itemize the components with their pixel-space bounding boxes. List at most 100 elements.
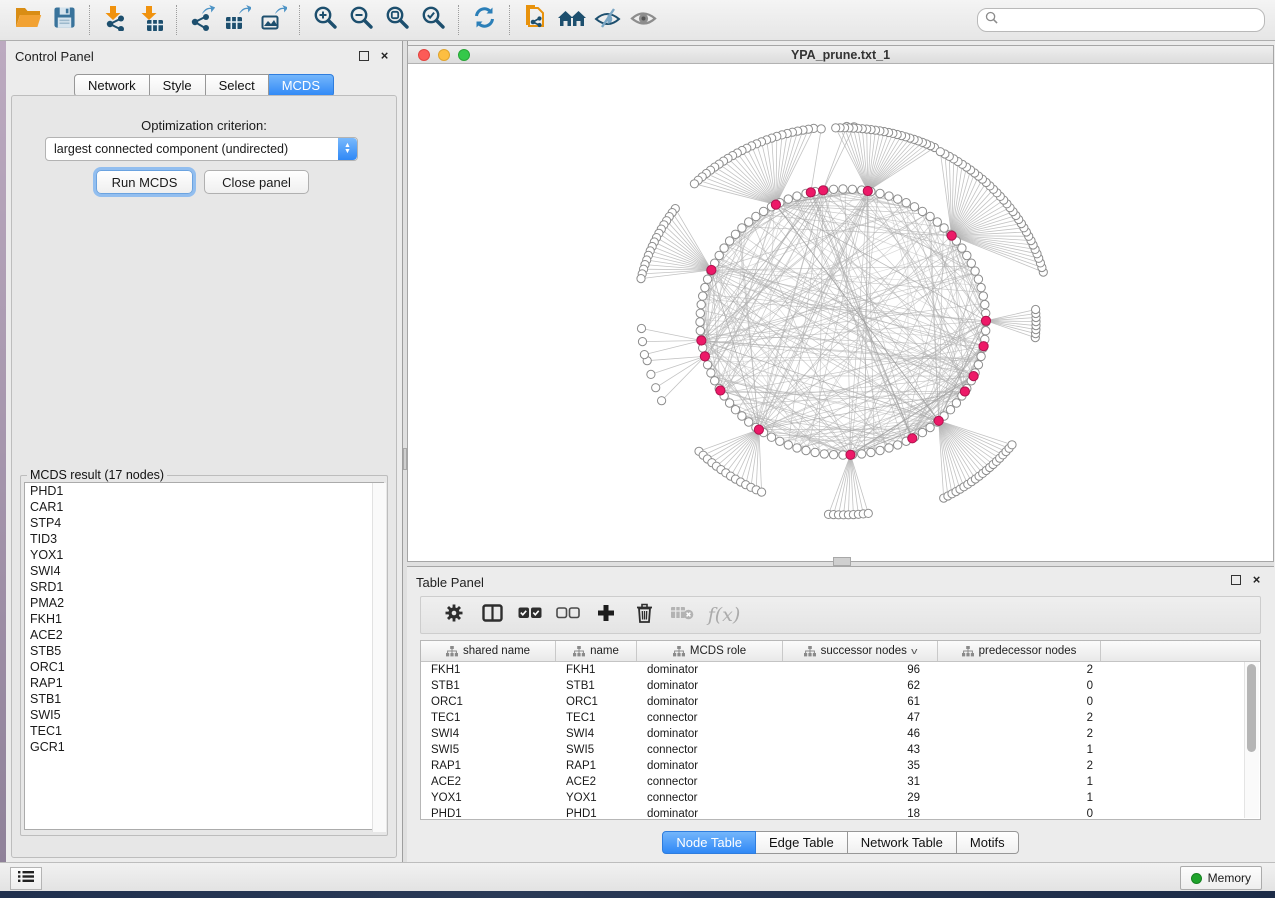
show-details-button[interactable] (625, 4, 661, 36)
network-node[interactable] (829, 185, 837, 193)
tab-edge-table[interactable]: Edge Table (756, 831, 848, 854)
show-columns-button[interactable] (473, 599, 511, 631)
export-image-button[interactable] (256, 4, 292, 36)
network-node[interactable] (703, 275, 711, 283)
cell-shared-name[interactable]: TEC1 (421, 712, 556, 724)
table-row[interactable]: TEC1TEC1connector472 (421, 710, 1260, 726)
network-node[interactable] (876, 189, 884, 197)
network-node[interactable] (1008, 441, 1016, 449)
network-node[interactable] (715, 251, 723, 259)
network-node[interactable] (974, 361, 982, 369)
cell-MCDS-role[interactable]: dominator (637, 808, 783, 820)
network-node[interactable] (974, 275, 982, 283)
mcds-list-item[interactable]: ORC1 (25, 659, 383, 675)
network-canvas[interactable] (408, 63, 1273, 561)
network-node[interactable] (977, 283, 985, 291)
table-row[interactable]: PHD1PHD1dominator180 (421, 806, 1260, 822)
mcds-list-item[interactable]: SWI5 (25, 707, 383, 723)
search-input[interactable] (1003, 12, 1257, 28)
network-node[interactable] (832, 124, 840, 132)
tab-mcds[interactable]: MCDS (269, 74, 334, 97)
network-node-selected[interactable] (934, 416, 943, 425)
mcds-list-item[interactable]: RAP1 (25, 675, 383, 691)
network-node[interactable] (829, 451, 837, 459)
close-panel-button-inner[interactable]: Close panel (204, 170, 309, 194)
cell-successor-nodes[interactable]: 35 (783, 760, 938, 772)
refresh-button[interactable] (466, 4, 502, 36)
network-node[interactable] (784, 441, 792, 449)
table-row[interactable]: STB1STB1dominator620 (421, 678, 1260, 694)
network-node[interactable] (759, 207, 767, 215)
network-node[interactable] (952, 399, 960, 407)
cell-successor-nodes[interactable]: 43 (783, 744, 938, 756)
cell-name[interactable]: TEC1 (556, 712, 637, 724)
column-header-predecessor-nodes[interactable]: predecessor nodes (938, 641, 1101, 661)
cell-successor-nodes[interactable]: 18 (783, 808, 938, 820)
network-node[interactable] (926, 423, 934, 431)
table-row[interactable]: SWI5SWI5connector431 (421, 742, 1260, 758)
network-graph[interactable] (408, 63, 1273, 561)
network-node[interactable] (918, 428, 926, 436)
tab-node-table[interactable]: Node Table (662, 831, 756, 854)
horizontal-splitter-grip[interactable] (833, 557, 851, 566)
export-table-button[interactable] (220, 4, 256, 36)
mcds-list-item[interactable]: ACE2 (25, 627, 383, 643)
float-table-panel-button[interactable] (1230, 574, 1241, 585)
network-node[interactable] (738, 224, 746, 232)
import-table-button[interactable] (133, 4, 169, 36)
network-node[interactable] (707, 369, 715, 377)
mcds-list-item[interactable]: PMA2 (25, 595, 383, 611)
network-node[interactable] (981, 300, 989, 308)
cell-successor-nodes[interactable]: 31 (783, 776, 938, 788)
network-node[interactable] (936, 148, 944, 156)
network-node[interactable] (696, 318, 704, 326)
network-node[interactable] (940, 224, 948, 232)
network-node[interactable] (711, 377, 719, 385)
cell-name[interactable]: PHD1 (556, 808, 637, 820)
network-node[interactable] (1032, 305, 1040, 313)
network-node[interactable] (894, 195, 902, 203)
cell-name[interactable]: ACE2 (556, 776, 637, 788)
network-node[interactable] (977, 352, 985, 360)
function-builder-button[interactable]: f(x) (701, 599, 747, 631)
network-node[interactable] (926, 212, 934, 220)
cell-predecessor-nodes[interactable]: 0 (938, 696, 1101, 708)
network-node[interactable] (933, 218, 941, 226)
table-scrollbar[interactable] (1244, 662, 1259, 818)
network-node[interactable] (885, 192, 893, 200)
cell-shared-name[interactable]: RAP1 (421, 760, 556, 772)
cell-shared-name[interactable]: STB1 (421, 680, 556, 692)
mcds-list-item[interactable]: SRD1 (25, 579, 383, 595)
network-node[interactable] (647, 370, 655, 378)
network-node[interactable] (918, 207, 926, 215)
open-file-button[interactable] (10, 4, 46, 36)
cell-shared-name[interactable]: SWI5 (421, 744, 556, 756)
cell-predecessor-nodes[interactable]: 0 (938, 680, 1101, 692)
network-node[interactable] (752, 212, 760, 220)
table-options-button[interactable] (435, 599, 473, 631)
scrollbar-thumb[interactable] (1247, 664, 1256, 752)
table-row[interactable]: YOX1YOX1connector291 (421, 790, 1260, 806)
network-node[interactable] (864, 509, 872, 517)
mcds-list-item[interactable]: STB5 (25, 643, 383, 659)
select-all-button[interactable] (511, 599, 549, 631)
zoom-fit-button[interactable] (379, 4, 415, 36)
cell-name[interactable]: RAP1 (556, 760, 637, 772)
network-node[interactable] (696, 327, 704, 335)
network-node-selected[interactable] (947, 231, 956, 240)
network-node[interactable] (885, 444, 893, 452)
cell-predecessor-nodes[interactable]: 2 (938, 712, 1101, 724)
network-node-selected[interactable] (700, 352, 709, 361)
delete-table-button[interactable] (663, 599, 701, 631)
mcds-result-list[interactable]: PHD1CAR1STP4TID3YOX1SWI4SRD1PMA2FKH1ACE2… (24, 482, 384, 830)
network-node-selected[interactable] (771, 200, 780, 209)
network-node[interactable] (817, 125, 825, 133)
network-node[interactable] (745, 418, 753, 426)
network-node[interactable] (725, 237, 733, 245)
table-row[interactable]: ORC1ORC1dominator610 (421, 694, 1260, 710)
network-node-selected[interactable] (754, 425, 763, 434)
cell-name[interactable]: YOX1 (556, 792, 637, 804)
network-window-titlebar[interactable]: YPA_prune.txt_1 (408, 46, 1273, 64)
network-node[interactable] (776, 437, 784, 445)
cell-successor-nodes[interactable]: 61 (783, 696, 938, 708)
